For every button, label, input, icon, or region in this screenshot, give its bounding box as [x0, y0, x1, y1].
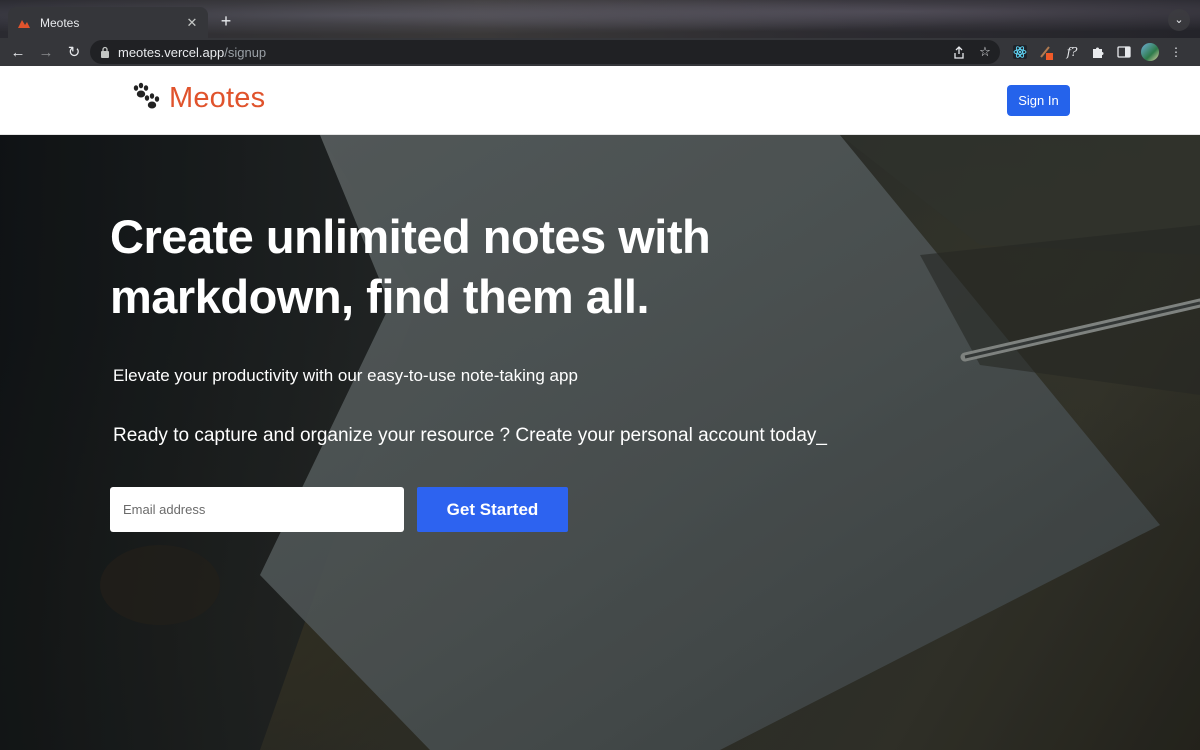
puzzle-extensions-icon[interactable] [1088, 42, 1108, 62]
sign-in-button[interactable]: Sign In [1007, 85, 1070, 116]
email-input[interactable] [110, 487, 404, 532]
url-host: meotes.vercel.app [118, 44, 225, 60]
browser-toolbar: ← → ↻ meotes.vercel.app/signup ☆ f? ⋮ [0, 38, 1200, 66]
side-panel-icon[interactable] [1114, 42, 1134, 62]
brand-logo[interactable]: Meotes [128, 80, 265, 116]
extension-icon[interactable] [1036, 42, 1056, 62]
site-header: Meotes Sign In [0, 66, 1200, 135]
tab-close-icon[interactable]: ✕ [184, 15, 200, 31]
react-devtools-icon[interactable] [1010, 42, 1030, 62]
hero-section: Create unlimited notes with markdown, fi… [0, 135, 1200, 750]
formula-icon[interactable]: f? [1062, 42, 1082, 62]
brand-name: Meotes [169, 81, 266, 114]
url-path: /signup [224, 44, 267, 60]
browser-tab-bar: Meotes ✕ + ⌄ [0, 0, 1200, 38]
paw-prints-icon [133, 82, 160, 109]
tab-search-icon[interactable]: ⌄ [1168, 9, 1190, 31]
more-menu-icon[interactable]: ⋮ [1166, 42, 1186, 62]
hero-prompt: Ready to capture and organize your resou… [113, 425, 827, 446]
lock-icon [101, 46, 109, 58]
get-started-button[interactable]: Get Started [417, 487, 568, 532]
tab-title: Meotes [40, 15, 80, 30]
share-icon[interactable] [950, 43, 968, 61]
hero-headline: Create unlimited notes with markdown, fi… [110, 210, 711, 323]
new-tab-button[interactable]: + [216, 11, 236, 31]
back-icon[interactable]: ← [6, 40, 30, 64]
forward-icon[interactable]: → [34, 40, 58, 64]
reload-icon[interactable]: ↻ [62, 40, 86, 64]
profile-avatar-icon[interactable] [1140, 42, 1160, 62]
hero-tagline: Elevate your productivity with our easy-… [113, 366, 578, 385]
meotes-favicon-icon [16, 15, 32, 31]
address-bar[interactable]: meotes.vercel.app/signup ☆ [90, 40, 1000, 64]
browser-tab[interactable]: Meotes ✕ [8, 7, 208, 38]
bookmark-star-icon[interactable]: ☆ [976, 43, 994, 61]
